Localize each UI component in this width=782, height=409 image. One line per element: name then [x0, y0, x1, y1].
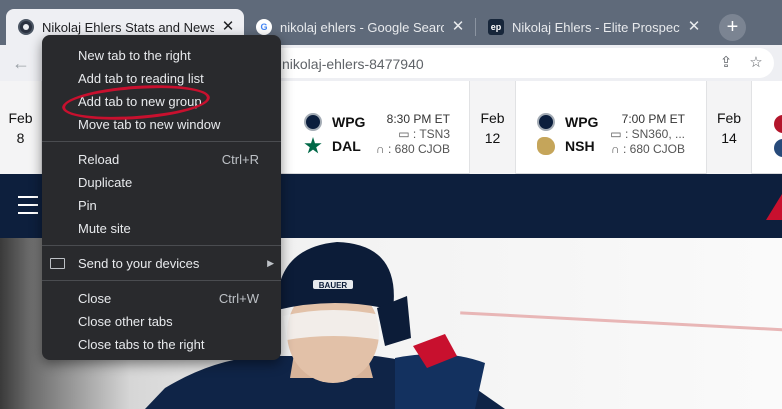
team-abbr: WPG	[565, 114, 599, 130]
game-time: 8:30 PM ET	[386, 112, 450, 126]
menu-item-close-other-tabs[interactable]: Close other tabs	[42, 310, 281, 333]
menu-item-close-tabs-right[interactable]: Close tabs to the right	[42, 333, 281, 356]
tv-icon: ▭ :	[398, 127, 420, 141]
menu-item-close[interactable]: Close Ctrl+W	[42, 287, 281, 310]
menu-item-mute-site[interactable]: Mute site	[42, 217, 281, 240]
jets-logo-icon	[537, 113, 555, 131]
svg-text:BAUER: BAUER	[319, 281, 348, 290]
menu-separator	[42, 245, 281, 246]
menu-item-pin[interactable]: Pin	[42, 194, 281, 217]
date-month: Feb	[8, 110, 33, 126]
team-row: WPG	[304, 113, 365, 131]
tab-elite-prospects[interactable]: ep Nikolaj Ehlers - Elite Prospects ✕	[476, 9, 710, 45]
new-tab-button[interactable]: +	[719, 14, 746, 41]
game-card[interactable]: WPG NSH 7:00 PM ET ▭ : SN360, ... ∩ : 68…	[537, 81, 705, 174]
team-row: WPG	[537, 113, 598, 131]
team-logo-icon	[774, 139, 782, 157]
team-abbr: DAL	[332, 138, 361, 154]
google-icon: G	[256, 19, 272, 35]
date-day: 14	[721, 130, 737, 146]
stars-logo-icon	[304, 137, 322, 154]
radio-line: ∩ : 680 CJOB	[376, 142, 450, 157]
team-abbr: NSH	[565, 138, 595, 154]
tv-network: SN360, ...	[631, 127, 685, 141]
tab-title: Nikolaj Ehlers - Elite Prospects	[512, 19, 680, 35]
tv-icon: ▭ :	[610, 127, 632, 141]
menu-item-label: Duplicate	[78, 175, 133, 190]
radio-station: 680 CJOB	[629, 142, 685, 156]
hamburger-menu-icon[interactable]	[18, 196, 38, 214]
menu-item-reload[interactable]: Reload Ctrl+R	[42, 148, 281, 171]
back-arrow-icon[interactable]: ←	[10, 52, 32, 74]
nhl-icon	[18, 19, 34, 35]
tv-line: ▭ : SN360, ...	[610, 127, 685, 142]
game-card-partial[interactable]	[774, 81, 782, 174]
menu-item-label: Close tabs to the right	[78, 337, 205, 352]
tab-title: nikolaj ehlers - Google Search	[280, 19, 444, 35]
elite-prospects-icon: ep	[488, 19, 504, 35]
close-tab-icon[interactable]: ✕	[686, 19, 702, 35]
submenu-arrow-icon: ▶	[267, 258, 274, 268]
date-day: 12	[484, 130, 501, 146]
menu-shortcut: Ctrl+R	[221, 152, 259, 167]
menu-item-duplicate[interactable]: Duplicate	[42, 171, 281, 194]
game-info: 7:00 PM ET ▭ : SN360, ... ∩ : 680 CJOB	[610, 112, 685, 157]
blackhawks-logo-icon	[774, 115, 782, 133]
menu-separator	[42, 141, 281, 142]
date-month: Feb	[716, 110, 742, 126]
date-column: Feb 12	[469, 81, 516, 174]
menu-item-new-tab-right[interactable]: New tab to the right	[42, 44, 281, 67]
share-icon[interactable]: ⇪	[716, 53, 736, 73]
bookmark-star-icon[interactable]: ☆	[746, 53, 766, 73]
menu-separator	[42, 280, 281, 281]
close-tab-icon[interactable]: ✕	[450, 19, 466, 35]
game-time: 7:00 PM ET	[621, 112, 685, 126]
jets-logo-icon	[304, 113, 322, 131]
date-day: 8	[16, 130, 25, 146]
menu-item-label: Close other tabs	[78, 314, 173, 329]
close-tab-icon[interactable]: ✕	[220, 19, 236, 35]
menu-shortcut: Ctrl+W	[218, 291, 259, 306]
menu-item-label: Mute site	[78, 221, 131, 236]
url-text: nikolaj-ehlers-8477940	[282, 56, 424, 72]
radio-line: ∩ : 680 CJOB	[610, 142, 685, 157]
menu-item-label: Send to your devices	[78, 256, 200, 271]
menu-item-send-to-devices[interactable]: Send to your devices ▶	[42, 252, 281, 275]
menu-item-label: Pin	[78, 198, 97, 213]
tv-network: TSN3	[419, 127, 450, 141]
headphones-icon: ∩ :	[376, 142, 395, 156]
date-month: Feb	[480, 110, 505, 126]
tv-line: ▭ : TSN3	[376, 127, 450, 142]
date-column: Feb 8	[0, 81, 42, 174]
date-column: Feb 14	[706, 81, 752, 174]
radio-station: 680 CJOB	[394, 142, 450, 156]
predators-logo-icon	[537, 137, 555, 155]
headphones-icon: ∩ :	[611, 142, 630, 156]
menu-item-label: Close	[78, 291, 112, 306]
nhl-logo-icon[interactable]	[766, 194, 782, 220]
menu-item-label: Reload	[78, 152, 120, 167]
devices-icon	[50, 258, 65, 269]
team-abbr: WPG	[332, 114, 366, 130]
game-card[interactable]: WPG DAL 8:30 PM ET ▭ : TSN3 ∩ : 680 CJOB	[300, 81, 468, 174]
game-info: 8:30 PM ET ▭ : TSN3 ∩ : 680 CJOB	[376, 112, 450, 157]
tab-context-menu: New tab to the right Add tab to reading …	[42, 35, 281, 360]
team-row: NSH	[537, 137, 595, 155]
team-row: DAL	[304, 137, 361, 155]
tab-title: Nikolaj Ehlers Stats and News | NHL.com	[42, 19, 214, 35]
